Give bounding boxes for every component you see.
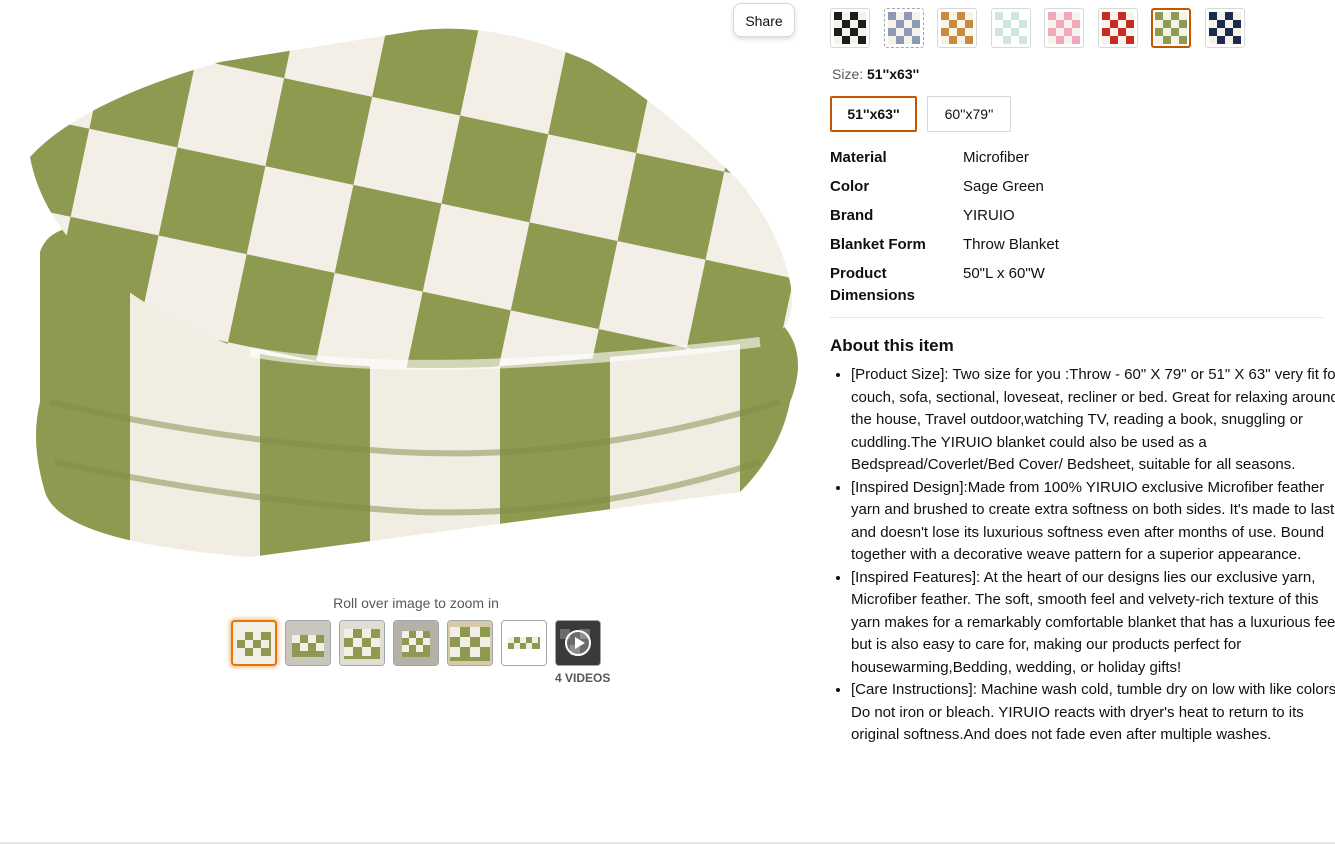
color-swatch-grey-blue[interactable] xyxy=(883,8,924,48)
spec-row-dimensions: Product Dimensions 50"L x 60"W xyxy=(830,263,1320,307)
color-swatch-caramel[interactable] xyxy=(937,8,977,48)
spec-key: Brand xyxy=(830,207,874,224)
thumbnail-2[interactable] xyxy=(285,620,331,666)
size-option-60x79[interactable]: 60''x79'' xyxy=(927,96,1011,132)
color-swatch-red[interactable] xyxy=(1097,8,1138,48)
spec-key: Color xyxy=(830,178,870,195)
spec-value: YIRUIO xyxy=(963,207,1015,224)
color-swatch-pink[interactable] xyxy=(1044,8,1084,48)
about-bullets: [Product Size]: Two size for you :Throw … xyxy=(830,364,1335,747)
divider xyxy=(830,317,1324,318)
size-label: Size: 51''x63'' xyxy=(832,66,920,82)
about-bullet: [Product Size]: Two size for you :Throw … xyxy=(851,364,1335,477)
video-thumbnail[interactable] xyxy=(555,620,601,666)
spec-value: Throw Blanket xyxy=(963,236,1059,253)
about-bullet: [Inspired Design]:Made from 100% YIRUIO … xyxy=(851,477,1335,567)
size-option-51x63[interactable]: 51''x63'' xyxy=(830,96,917,132)
spec-row-material: Material Microfiber xyxy=(830,147,1320,176)
main-product-image[interactable] xyxy=(20,22,810,567)
spec-row-brand: Brand YIRUIO xyxy=(830,205,1320,234)
thumbnail-6[interactable] xyxy=(501,620,547,666)
thumbnail-5[interactable] xyxy=(447,620,493,666)
color-swatch-mint[interactable] xyxy=(990,8,1031,48)
videos-count-label: 4 VIDEOS xyxy=(555,671,611,685)
spec-key: Material xyxy=(830,149,887,166)
spec-value: Sage Green xyxy=(963,178,1044,195)
spec-value: 50"L x 60"W xyxy=(963,265,1045,282)
spec-key: Blanket Form xyxy=(830,236,926,253)
color-swatch-navy[interactable] xyxy=(1204,8,1245,48)
color-swatch-sage[interactable] xyxy=(1151,8,1191,48)
spec-row-color: Color Sage Green xyxy=(830,176,1320,205)
thumbnail-4[interactable] xyxy=(393,620,439,666)
spec-value: Microfiber xyxy=(963,149,1029,166)
spec-row-form: Blanket Form Throw Blanket xyxy=(830,234,1320,263)
color-swatch-black[interactable] xyxy=(830,8,870,48)
about-bullet: [Inspired Features]: At the heart of our… xyxy=(851,567,1335,680)
share-button[interactable]: Share xyxy=(733,3,795,37)
about-title: About this item xyxy=(830,336,954,355)
thumbnail-3[interactable] xyxy=(339,620,385,666)
zoom-hint: Roll over image to zoom in xyxy=(333,595,499,611)
thumbnail-1[interactable] xyxy=(231,620,277,666)
about-bullet: [Care Instructions]: Machine wash cold, … xyxy=(851,679,1335,747)
spec-key: Product Dimensions xyxy=(830,265,916,304)
spec-table: Material Microfiber Color Sage Green Brand… xyxy=(830,147,1320,307)
